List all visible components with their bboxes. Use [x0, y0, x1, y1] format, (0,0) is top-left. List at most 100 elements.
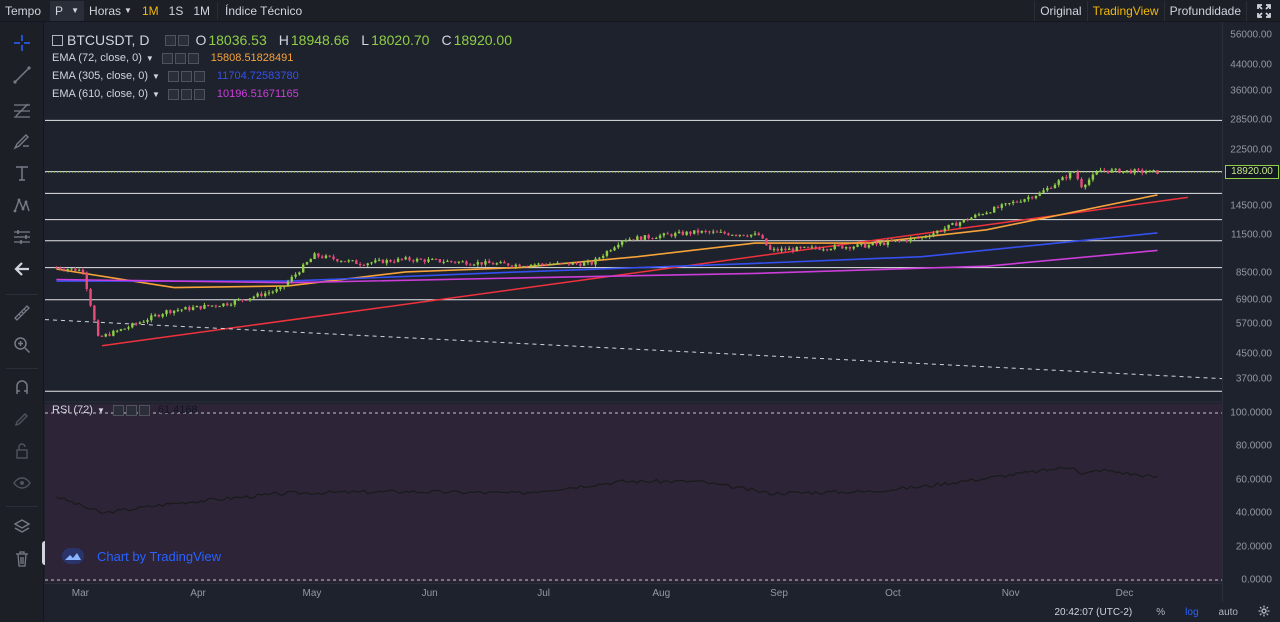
back-arrow-tool[interactable]	[8, 256, 36, 282]
gear-icon[interactable]	[180, 88, 192, 100]
candle-body	[134, 323, 138, 325]
candle-body	[461, 261, 464, 263]
percent-scale-button[interactable]: %	[1146, 607, 1175, 618]
chevron-down-icon[interactable]: ▼	[146, 54, 154, 63]
candle-body	[901, 239, 905, 241]
candle-body	[1137, 169, 1140, 171]
candle-body	[1004, 203, 1007, 205]
magnet-tool[interactable]	[8, 374, 36, 400]
gear-icon[interactable]	[125, 404, 137, 416]
text-tool[interactable]	[8, 160, 36, 186]
gear-icon[interactable]	[178, 34, 190, 46]
candle-body	[898, 240, 901, 242]
ema-72-legend: EMA (72, close, 0) ▼ 15808.51828491	[52, 52, 293, 64]
candle-body	[525, 266, 529, 268]
candle-body	[772, 248, 776, 250]
close-icon[interactable]	[138, 404, 150, 416]
brush-tool[interactable]	[8, 128, 36, 154]
eye-icon[interactable]	[167, 70, 179, 82]
time-axis[interactable]: Mar Apr May Jun Jul Aug Sep Oct Nov Dec	[45, 583, 1222, 602]
tradingview-watermark[interactable]: Chart by TradingView	[62, 548, 221, 564]
rsi-tick-label: 20.0000	[1235, 541, 1272, 553]
candle-body	[169, 310, 172, 314]
candle-body	[920, 237, 924, 239]
candle-body	[617, 244, 620, 248]
remove-drawings-tool[interactable]	[8, 546, 36, 572]
gear-icon[interactable]	[174, 52, 186, 64]
candle-body	[108, 334, 111, 336]
arrow-left-icon	[14, 262, 29, 276]
log-scale-button[interactable]: log	[1175, 607, 1208, 618]
visibility-tool[interactable]	[8, 470, 36, 496]
view-depth-button[interactable]: Profundidade	[1163, 0, 1246, 21]
candle-body	[415, 258, 419, 262]
gear-icon[interactable]	[180, 70, 192, 82]
price-tick-label: 4500.00	[1235, 348, 1272, 360]
chart-area[interactable]	[45, 22, 1222, 602]
auto-scale-button[interactable]: auto	[1209, 607, 1248, 618]
lock-tool[interactable]	[8, 438, 36, 464]
price-tick-label: 44000.00	[1230, 59, 1272, 71]
interval-button-3[interactable]: 1M	[188, 1, 215, 21]
candle-body	[252, 296, 256, 299]
candle-body	[248, 298, 252, 301]
interval-button-2[interactable]: 1S	[164, 1, 189, 21]
view-tradingview-button[interactable]: TradingView	[1086, 0, 1164, 21]
chevron-down-icon[interactable]: ▼	[152, 72, 160, 81]
chevron-down-icon[interactable]: ▼	[152, 90, 160, 99]
series-collapse-icon[interactable]	[52, 34, 63, 46]
candle-body	[750, 234, 753, 237]
candle-body	[176, 310, 180, 312]
candle-body	[438, 259, 442, 263]
fullscreen-button[interactable]	[1246, 0, 1280, 21]
indicators-button[interactable]: Índice Técnico	[220, 1, 307, 21]
eye-icon[interactable]	[161, 52, 173, 64]
close-icon[interactable]	[187, 52, 199, 64]
eye-icon[interactable]	[167, 88, 179, 100]
chart-type-select[interactable]: P ▼	[50, 0, 85, 21]
chart-settings-button[interactable]	[1248, 605, 1280, 620]
zoom-tool[interactable]	[8, 332, 36, 358]
candle-body	[518, 264, 521, 267]
price-axis[interactable]: 56000.00 44000.00 36000.00 28500.00 22500.00…	[1222, 22, 1280, 602]
candle-body	[936, 230, 939, 234]
top-toolbar: Tempo P ▼ Horas ▼ 1M 1S 1M Índice Técnic…	[0, 0, 1280, 22]
interval-unit-dropdown[interactable]: Horas ▼	[84, 1, 137, 21]
candle-body	[1068, 172, 1072, 179]
chevron-down-icon: ▼	[71, 6, 80, 15]
candle-body	[491, 263, 495, 265]
ruler-tool[interactable]	[8, 300, 36, 326]
candle-body	[662, 233, 666, 236]
candle-body	[351, 260, 354, 262]
object-tree-tool[interactable]	[8, 514, 36, 540]
candle-body	[715, 231, 719, 233]
view-original-button[interactable]: Original	[1034, 0, 1086, 21]
interval-button-1[interactable]: 1M	[137, 1, 164, 21]
candle-body	[96, 320, 100, 336]
eye-icon[interactable]	[112, 404, 124, 416]
chart-type-value: P	[55, 3, 64, 18]
candle-body	[951, 223, 954, 225]
candle-body	[579, 263, 582, 266]
pattern-tool[interactable]	[8, 192, 36, 218]
fib-tool[interactable]	[8, 96, 36, 122]
candle-body	[507, 263, 510, 266]
candle-body	[586, 261, 590, 263]
candle-body	[632, 239, 635, 241]
close-value: 18920.00	[453, 32, 513, 48]
stay-in-drawing-tool[interactable]	[8, 406, 36, 432]
candle-body	[172, 310, 176, 314]
trend-line-tool[interactable]	[8, 62, 36, 88]
candle-body	[510, 265, 514, 267]
price-tick-label: 8500.00	[1235, 267, 1272, 279]
forecast-tool[interactable]	[8, 224, 36, 250]
watermark-text: Chart by TradingView	[97, 548, 222, 564]
crosshair-tool[interactable]	[8, 30, 36, 56]
ema-610-legend: EMA (610, close, 0) ▼ 10196.51671165	[52, 88, 299, 100]
close-icon[interactable]	[193, 88, 205, 100]
eye-icon[interactable]	[165, 34, 177, 46]
chevron-down-icon[interactable]: ▼	[97, 406, 105, 415]
high-key: H	[278, 32, 289, 48]
close-icon[interactable]	[193, 70, 205, 82]
candle-body	[613, 247, 616, 251]
